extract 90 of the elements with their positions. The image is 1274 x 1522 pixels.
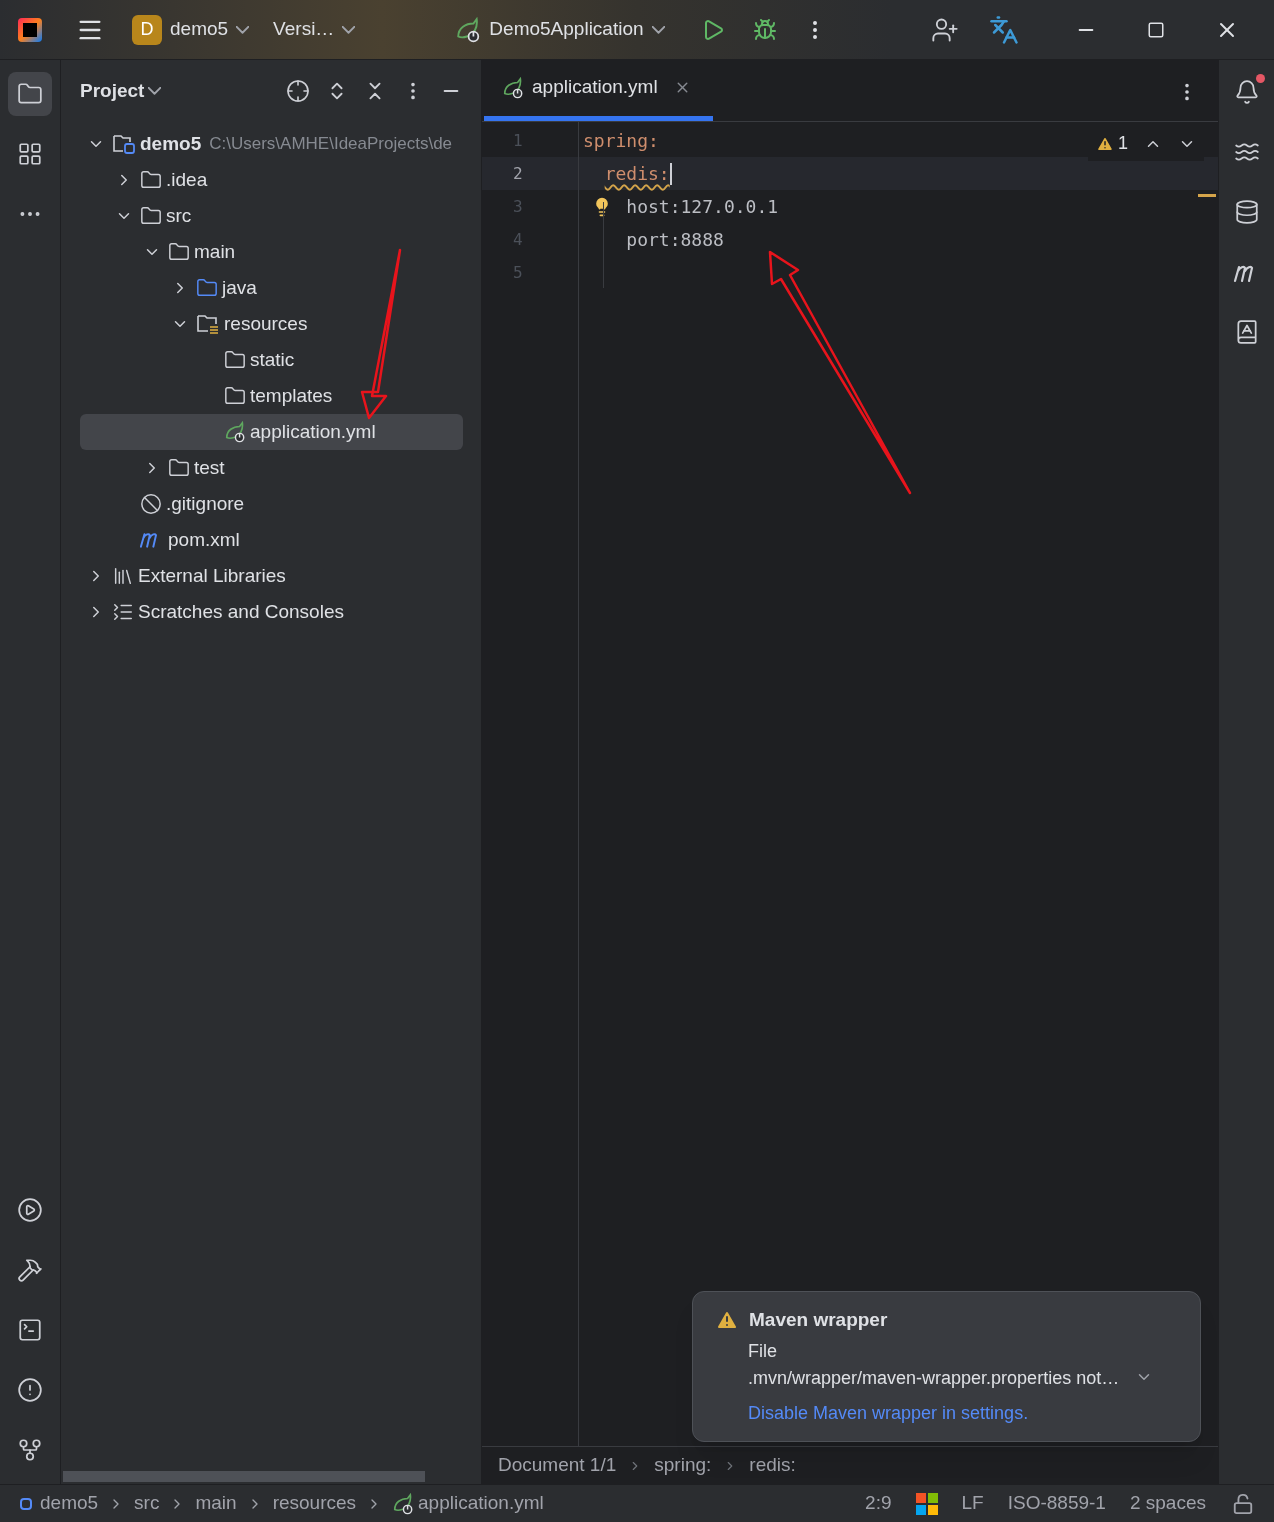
notifications-icon[interactable] [1233,79,1260,105]
tree-item[interactable]: src [80,198,463,234]
tree-item[interactable]: resources [80,306,463,342]
chevron-down-icon [342,25,356,34]
ignore-file-icon [140,493,162,515]
tree-item[interactable]: java [80,270,463,306]
tree-item-label: src [166,203,192,228]
caret-position[interactable]: 2:9 [865,1489,892,1518]
line-separator[interactable]: LF [961,1489,984,1518]
chevron-down-icon [148,87,162,95]
breadcrumb[interactable]: spring: [654,1451,712,1480]
tree-item-label: main [194,239,236,264]
tree-item[interactable]: .idea [80,162,463,198]
breadcrumb[interactable]: Document 1/1 [498,1451,617,1480]
path-item[interactable]: resources [272,1489,357,1518]
folder-icon [140,205,162,227]
folder-icon [168,457,190,479]
chevron-down-icon [651,25,665,34]
tree-item-label: test [194,455,225,480]
scratches-icon [112,601,134,623]
project-view-dropdown[interactable]: Project [80,76,162,106]
tree-item-label: Scratches and Consoles [138,599,344,624]
text-cursor [669,162,672,185]
path-item[interactable]: demo5 [20,1489,99,1518]
tree-item-label: pom.xml [168,527,240,552]
library-icon [112,565,134,587]
spring-leaf-icon [502,76,524,99]
windows-logo-icon[interactable] [915,1492,938,1515]
folder-icon [140,169,162,191]
run-config-dropdown[interactable]: Demo5Application [455,15,665,44]
tree-item-label: java [222,275,257,300]
warning-count: 1 [1118,132,1128,155]
project-path: C:\Users\AMHE\IdeaProjects\de [209,133,453,156]
notification-title: Maven wrapper [749,1307,888,1332]
spring-leaf-icon [455,16,482,43]
editor-tab[interactable]: application.yml [484,59,713,121]
tree-item-label: demo5 [140,131,202,156]
tree-item[interactable]: demo5 C:\Users\AMHE\IdeaProjects\de [80,126,463,162]
code-text: redis: [604,162,670,186]
path-item[interactable]: application.yml [392,1489,544,1518]
tree-item-label: templates [250,383,333,408]
tree-item[interactable]: static [80,342,463,378]
tree-item[interactable]: pom.xml [80,522,463,558]
tree-item-label: static [250,347,295,372]
debug-icon[interactable] [752,17,777,42]
tree-item[interactable]: test [80,450,463,486]
path-item[interactable]: src [134,1489,160,1518]
tree-item-label: resources [224,311,308,336]
folder-icon[interactable] [8,72,52,116]
chevron-down-icon [236,25,250,34]
folder-icon [224,385,246,407]
notification-text: File [748,1340,778,1363]
folder-icon [168,241,190,263]
path-item[interactable]: main [195,1489,237,1518]
indent-setting[interactable]: 2 spaces [1129,1489,1206,1518]
breadcrumb[interactable]: redis: [749,1451,796,1480]
scrollbar[interactable] [63,1471,425,1482]
folder-icon [224,349,246,371]
tree-item[interactable]: .gitignore [80,486,463,522]
locate-icon[interactable] [286,79,310,103]
resources-folder-icon [196,313,220,335]
tree-item[interactable]: External Libraries [80,558,463,594]
tree-item-label: .gitignore [166,491,245,516]
spring-leaf-icon [392,1492,415,1515]
code-text: port:8888 [626,228,724,252]
spring-leaf-icon [224,421,246,443]
tree-item[interactable]: Scratches and Consoles [80,594,463,630]
line-number: 2 [513,162,523,185]
code-text: host:127.0.0.1 [626,195,779,219]
tree-item-label: .idea [166,167,208,192]
app-logo[interactable] [18,17,42,42]
project-badge: D [132,14,162,45]
notification-text: .mvn/wrapper/maven-wrapper.properties not… [748,1367,1120,1390]
file-encoding[interactable]: ISO-8859-1 [1007,1489,1106,1518]
tree-item[interactable]: main [80,234,463,270]
project-switcher[interactable]: D demo5 [132,14,250,45]
warning-marker [1198,194,1216,197]
translate-icon[interactable] [988,14,1019,45]
tab-label: application.yml [532,75,658,100]
tree-item-label: External Libraries [138,563,286,588]
tree-item[interactable]: application.yml [80,414,463,450]
code-text: spring: [583,129,659,153]
module-icon [20,1497,32,1510]
tree-item-label: application.yml [250,419,376,444]
module-folder-icon [112,133,136,155]
tree-item[interactable]: templates [80,378,463,414]
maximize-icon[interactable] [1146,20,1165,39]
vcs-dropdown[interactable]: Versi… [273,15,356,44]
unlock-icon[interactable] [1232,1492,1254,1515]
folder-icon [196,277,218,299]
